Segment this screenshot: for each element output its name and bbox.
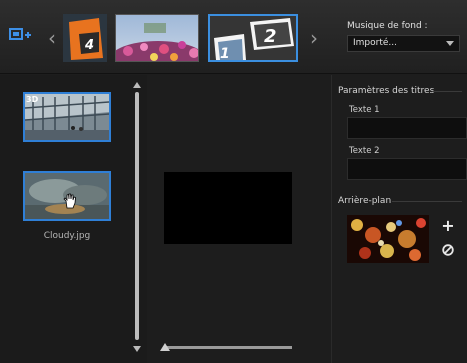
chevron-down-icon <box>446 41 454 46</box>
top-toolbar: ‹ 4 1 2 › Musique de fond: Importé... <box>0 0 467 74</box>
library-item-label: Cloudy.jpg <box>43 231 91 241</box>
text1-label: Texte 1 <box>349 105 380 115</box>
library-item-3d-photo[interactable]: 3D <box>23 92 111 142</box>
preview-window <box>164 172 292 244</box>
template-thumbnail-3-selected[interactable]: 1 2 <box>208 14 298 62</box>
slider-handle[interactable] <box>160 343 170 351</box>
scroll-down-icon[interactable] <box>133 346 141 352</box>
library-scrollbar[interactable] <box>131 82 143 352</box>
titles-section-label: Paramètres des titres <box>338 86 435 96</box>
music-dropdown[interactable]: Importé... <box>347 35 460 52</box>
section-divider <box>392 201 462 202</box>
scrollbar-track[interactable] <box>135 92 139 340</box>
thumbnail-badge-2: 2 <box>264 26 277 47</box>
text2-field[interactable] <box>347 158 467 180</box>
music-label: Musique de fond : <box>347 21 428 31</box>
text2-label: Texte 2 <box>349 146 380 156</box>
thumbnail-badge: 4 <box>84 38 94 53</box>
background-section-label: Arrière-plan <box>338 196 392 206</box>
scroll-up-icon[interactable] <box>133 82 141 88</box>
add-to-project-icon[interactable] <box>9 26 31 46</box>
template-thumbnail-2[interactable] <box>115 14 199 62</box>
3d-badge: 3D <box>26 95 39 104</box>
text1-field[interactable] <box>347 117 467 139</box>
no-entry-icon[interactable] <box>442 244 454 256</box>
plus-icon[interactable]: + <box>441 218 455 234</box>
template-thumbnail-1[interactable]: 4 <box>63 14 107 62</box>
chevron-right-icon[interactable]: › <box>307 28 321 50</box>
chevron-left-icon[interactable]: ‹ <box>45 28 59 50</box>
hand-cursor-icon <box>63 193 76 209</box>
library-item-cloudy[interactable] <box>23 171 111 221</box>
slider-track[interactable] <box>166 346 292 349</box>
thumbnail-badge-1: 1 <box>220 46 230 60</box>
background-thumbnail[interactable] <box>347 215 429 263</box>
music-dropdown-value: Importé... <box>353 38 397 48</box>
preview-slider[interactable] <box>160 343 296 353</box>
section-divider <box>432 91 462 92</box>
